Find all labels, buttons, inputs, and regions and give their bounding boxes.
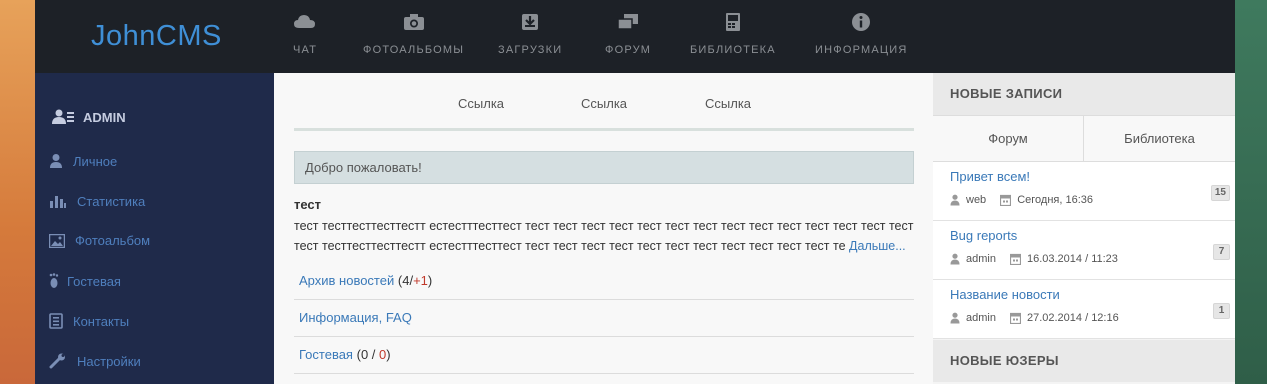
post-date: 16.03.2014 / 11:23 [1026, 253, 1118, 265]
sidebar-item-personal[interactable]: Личное [49, 153, 117, 169]
users-icon [52, 109, 74, 124]
post-item[interactable]: Привет всем! web Сегодня, 16:36 15 [933, 162, 1235, 221]
info-icon [852, 13, 871, 31]
post-title[interactable]: Название новости [950, 287, 1060, 302]
welcome-message: Добро пожаловать! [294, 151, 914, 184]
post-item[interactable]: Bug reports admin 16.03.2014 / 11:23 7 [933, 221, 1235, 280]
sidebar-item-label: Статистика [77, 193, 146, 209]
separator: / [368, 347, 380, 362]
nav-photoalbums[interactable]: ФОТОАЛЬБОМЫ [363, 12, 464, 56]
post-date: 27.02.2014 / 12:16 [1026, 312, 1119, 324]
nav-downloads[interactable]: ЗАГРУЗКИ [498, 12, 562, 56]
nav-information[interactable]: ИНФОРМАЦИЯ [815, 12, 907, 56]
contacts-icon [49, 313, 63, 329]
post-title[interactable]: Привет всем! [950, 169, 1030, 184]
nav-library[interactable]: БИБЛИОТЕКА [690, 12, 776, 56]
post-meta: admin 16.03.2014 / 11:23 [950, 253, 1118, 265]
paren-close: ) [386, 347, 391, 362]
sidebar-item-statistics[interactable]: Статистика [49, 193, 145, 209]
news-title: тест [294, 197, 322, 212]
list-item-news-archive: Архив новостей (4/+1) [294, 263, 914, 300]
user-sidebar: ADMIN Личное Статистика Фотоальбом Госте… [35, 73, 274, 384]
new-posts-tabs: Форум Библиотека [933, 115, 1235, 162]
bar-chart-icon [50, 196, 66, 208]
download-icon [522, 14, 539, 30]
sidebar-user-header[interactable]: ADMIN [51, 109, 126, 125]
top-header: JohnCMS ЧАТ ФОТОАЛЬБОМЫ ЗАГРУЗКИ ФОРУМ Б… [35, 0, 1235, 73]
post-author: web [966, 194, 987, 206]
page-frame: JohnCMS ЧАТ ФОТОАЛЬБОМЫ ЗАГРУЗКИ ФОРУМ Б… [35, 0, 1235, 384]
sidebar-item-settings[interactable]: Настройки [49, 353, 141, 369]
footprint-icon [49, 273, 59, 288]
nav-chat[interactable]: ЧАТ [293, 12, 317, 56]
info-faq-link[interactable]: Информация, FAQ [299, 310, 412, 325]
sidebar-item-label: Контакты [73, 313, 130, 329]
calendar-icon [1000, 194, 1012, 206]
site-logo[interactable]: JohnCMS [91, 20, 222, 53]
tab-link-3[interactable]: Ссылка [705, 96, 751, 111]
sidebar-item-label: Личное [73, 153, 118, 169]
user-icon [950, 253, 960, 265]
sidebar-item-label: Настройки [77, 353, 141, 369]
post-author: admin [966, 312, 996, 324]
background-right [1235, 0, 1267, 384]
wrench-icon [49, 353, 65, 369]
sidebar-item-guestbook[interactable]: Гостевая [49, 273, 121, 289]
tab-forum[interactable]: Форум [933, 116, 1084, 161]
guestbook-link[interactable]: Гостевая [299, 347, 353, 362]
list-item-info-faq: Информация, FAQ [294, 300, 914, 337]
paren-close: ) [427, 273, 433, 288]
post-count-badge: 1 [1213, 303, 1230, 319]
post-item[interactable]: Название новости admin 27.02.2014 / 12:1… [933, 280, 1235, 339]
news-archive-link[interactable]: Архив новостей [299, 273, 394, 288]
calendar-icon [1009, 312, 1021, 324]
nav-label: БИБЛИОТЕКА [690, 44, 776, 56]
cloud-icon [294, 15, 316, 28]
post-count-badge: 15 [1210, 185, 1230, 201]
nav-label: ФОРУМ [605, 44, 652, 56]
picture-icon [49, 233, 65, 248]
calendar-icon [1009, 253, 1021, 265]
user-icon [950, 194, 960, 206]
nav-label: ЧАТ [293, 44, 318, 56]
book-icon [725, 13, 740, 31]
tab-link-2[interactable]: Ссылка [581, 96, 627, 111]
sidebar-item-photoalbum[interactable]: Фотоальбом [49, 233, 150, 248]
list-item-guestbook: Гостевая (0 / 0) [294, 337, 914, 374]
sidebar-item-label: Фотоальбом [75, 233, 151, 248]
link-tabs: Ссылка Ссылка Ссылка [294, 73, 914, 131]
tab-library[interactable]: Библиотека [1084, 116, 1235, 161]
news-body: тест тесттесттесттестт естестттесттест т… [294, 216, 919, 256]
new-users-heading: НОВЫЕ ЮЗЕРЫ [933, 340, 1235, 382]
comments-icon [617, 14, 639, 30]
read-more-link[interactable]: Дальше... [849, 239, 906, 253]
post-author: admin [966, 253, 996, 265]
nav-label: ФОТОАЛЬБОМЫ [363, 44, 465, 56]
sidebar-item-contacts[interactable]: Контакты [49, 313, 129, 329]
nav-label: ЗАГРУЗКИ [498, 44, 563, 56]
post-meta: web Сегодня, 16:36 [950, 194, 1093, 206]
sidebar-username: ADMIN [83, 109, 126, 125]
post-date: Сегодня, 16:36 [1017, 194, 1093, 206]
main-content: Ссылка Ссылка Ссылка Добро пожаловать! т… [274, 73, 933, 384]
post-meta: admin 27.02.2014 / 12:16 [950, 312, 1119, 324]
right-column: НОВЫЕ ЗАПИСИ Форум Библиотека Привет все… [933, 73, 1235, 384]
post-count-badge: 7 [1213, 244, 1230, 260]
user-icon [50, 154, 62, 168]
camera-icon [403, 14, 424, 30]
news-text: тест тесттесттесттестт естестттесттест т… [294, 219, 914, 253]
user-icon [950, 312, 960, 324]
post-title[interactable]: Bug reports [950, 228, 1017, 243]
tab-link-1[interactable]: Ссылка [458, 96, 504, 111]
nav-label: ИНФОРМАЦИЯ [815, 44, 908, 56]
sidebar-item-label: Гостевая [67, 273, 121, 289]
background-left [0, 0, 35, 384]
archive-new-count: +1 [413, 273, 428, 288]
nav-forum[interactable]: ФОРУМ [605, 12, 651, 56]
new-posts-heading: НОВЫЕ ЗАПИСИ [933, 73, 1235, 115]
